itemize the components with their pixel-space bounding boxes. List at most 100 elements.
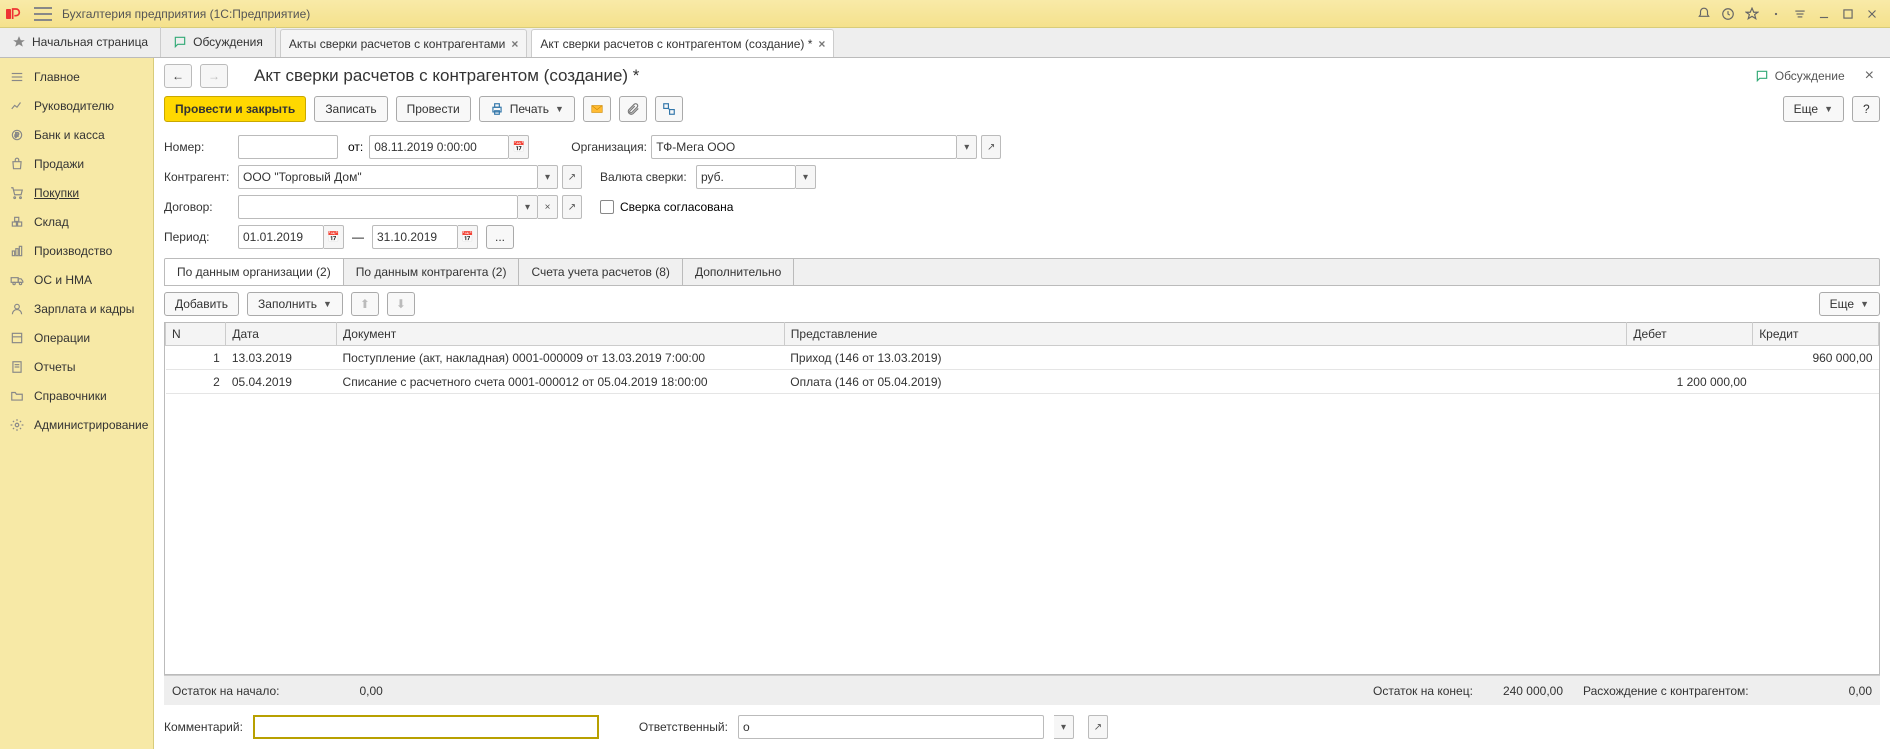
sidebar-item-label: Отчеты xyxy=(34,360,75,374)
sidebar-item-manager[interactable]: Руководителю xyxy=(0,91,153,120)
maximize-icon[interactable] xyxy=(1836,2,1860,26)
toolbar: Провести и закрыть Записать Провести Печ… xyxy=(154,94,1890,132)
open-ref-icon[interactable]: ↗ xyxy=(562,195,582,219)
sidebar-item-operations[interactable]: Операции xyxy=(0,323,153,352)
star-icon[interactable] xyxy=(1740,2,1764,26)
boxes-icon xyxy=(10,215,24,229)
sidebar-item-catalogs[interactable]: Справочники xyxy=(0,381,153,410)
app-logo-icon xyxy=(6,6,26,22)
folder-icon xyxy=(10,389,24,403)
discussion-button[interactable]: Обсуждение xyxy=(1749,64,1851,88)
subtab-org[interactable]: По данным организации (2) xyxy=(165,259,344,285)
dropdown-icon[interactable]: ▾ xyxy=(1054,715,1074,739)
sidebar-item-admin[interactable]: Администрирование xyxy=(0,410,153,439)
col-n[interactable]: N xyxy=(166,323,226,346)
dropdown-icon[interactable]: ▾ xyxy=(538,165,558,189)
subtab-extra[interactable]: Дополнительно xyxy=(683,259,794,285)
attach-button[interactable] xyxy=(619,96,647,122)
dropdown-icon[interactable]: ▾ xyxy=(796,165,816,189)
related-button[interactable] xyxy=(655,96,683,122)
doc-tab-2[interactable]: Акт сверки расчетов с контрагентом (созд… xyxy=(531,29,834,57)
currency-input[interactable]: руб. xyxy=(696,165,796,189)
col-date[interactable]: Дата xyxy=(226,323,337,346)
move-down-button[interactable]: ⬇ xyxy=(387,292,415,316)
col-credit[interactable]: Кредит xyxy=(1753,323,1879,346)
table-row[interactable]: 205.04.2019Списание с расчетного счета 0… xyxy=(166,370,1879,394)
history-icon[interactable] xyxy=(1716,2,1740,26)
date-input[interactable]: 08.11.2019 0:00:00 xyxy=(369,135,509,159)
sidebar-item-bank[interactable]: ₽Банк и касса xyxy=(0,120,153,149)
open-ref-icon[interactable]: ↗ xyxy=(981,135,1001,159)
home-tab[interactable]: Начальная страница xyxy=(0,27,161,57)
responsible-input[interactable]: о xyxy=(738,715,1044,739)
sidebar: Главное Руководителю ₽Банк и касса Прода… xyxy=(0,58,154,749)
period-choose-button[interactable]: ... xyxy=(486,225,514,249)
start-balance-value: 0,00 xyxy=(359,684,382,698)
add-row-button[interactable]: Добавить xyxy=(164,292,239,316)
help-button[interactable]: ? xyxy=(1852,96,1880,122)
move-up-button[interactable]: ⬆ xyxy=(351,292,379,316)
sub-tabs: По данным организации (2) По данным конт… xyxy=(164,258,1880,286)
bell-icon[interactable] xyxy=(1692,2,1716,26)
period-from-input[interactable]: 01.01.2019 xyxy=(238,225,324,249)
from-label: от: xyxy=(348,140,363,154)
open-ref-icon[interactable]: ↗ xyxy=(562,165,582,189)
open-ref-icon[interactable]: ↗ xyxy=(1088,715,1108,739)
counterparty-label: Контрагент: xyxy=(164,170,238,184)
doc-tab-2-label: Акт сверки расчетов с контрагентом (созд… xyxy=(540,37,812,51)
post-button[interactable]: Провести xyxy=(396,96,471,122)
calendar-icon[interactable]: 📅 xyxy=(458,225,478,249)
bars-icon xyxy=(10,244,24,258)
sidebar-item-payroll[interactable]: Зарплата и кадры xyxy=(0,294,153,323)
sidebar-item-sales[interactable]: Продажи xyxy=(0,149,153,178)
fill-button[interactable]: Заполнить▼ xyxy=(247,292,343,316)
dropdown-icon[interactable]: ▾ xyxy=(518,195,538,219)
main-menu-icon[interactable] xyxy=(34,7,52,21)
col-doc[interactable]: Документ xyxy=(337,323,785,346)
col-rep[interactable]: Представление xyxy=(784,323,1627,346)
dropdown-icon[interactable]: ▾ xyxy=(957,135,977,159)
sidebar-item-warehouse[interactable]: Склад xyxy=(0,207,153,236)
org-input[interactable]: ТФ-Мега ООО xyxy=(651,135,957,159)
sidebar-item-reports[interactable]: Отчеты xyxy=(0,352,153,381)
close-tab-icon[interactable]: × xyxy=(818,37,825,51)
sidebar-item-production[interactable]: Производство xyxy=(0,236,153,265)
post-and-close-button[interactable]: Провести и закрыть xyxy=(164,96,306,122)
subtab-counterparty[interactable]: По данным контрагента (2) xyxy=(344,259,520,285)
chart-line-icon xyxy=(10,99,24,113)
sidebar-item-purchases[interactable]: Покупки xyxy=(0,178,153,207)
sidebar-item-main[interactable]: Главное xyxy=(0,62,153,91)
table-row[interactable]: 113.03.2019Поступление (акт, накладная) … xyxy=(166,346,1879,370)
agreed-checkbox[interactable] xyxy=(600,200,614,214)
discussions-tab[interactable]: Обсуждения xyxy=(161,27,276,57)
close-form-icon[interactable]: × xyxy=(1859,67,1880,85)
number-input[interactable] xyxy=(238,135,338,159)
subtab-accounts[interactable]: Счета учета расчетов (8) xyxy=(519,259,682,285)
counterparty-input[interactable]: ООО "Торговый Дом" xyxy=(238,165,538,189)
page-title: Акт сверки расчетов с контрагентом (созд… xyxy=(254,66,639,86)
clear-icon[interactable]: × xyxy=(538,195,558,219)
close-window-icon[interactable] xyxy=(1860,2,1884,26)
contract-input[interactable] xyxy=(238,195,518,219)
nav-back-button[interactable]: ← xyxy=(164,64,192,88)
print-button[interactable]: Печать▼ xyxy=(479,96,575,122)
minimize-icon[interactable] xyxy=(1812,2,1836,26)
save-button[interactable]: Записать xyxy=(314,96,387,122)
calendar-icon[interactable]: 📅 xyxy=(509,135,529,159)
col-debit[interactable]: Дебет xyxy=(1627,323,1753,346)
email-button[interactable] xyxy=(583,96,611,122)
settings-icon[interactable] xyxy=(1788,2,1812,26)
responsible-label: Ответственный: xyxy=(639,720,728,734)
period-to-input[interactable]: 31.10.2019 xyxy=(372,225,458,249)
nav-forward-button[interactable]: → xyxy=(200,64,228,88)
sidebar-item-assets[interactable]: ОС и НМА xyxy=(0,265,153,294)
table-toolbar: Добавить Заполнить▼ ⬆ ⬇ Еще▼ xyxy=(154,286,1890,322)
paperclip-icon xyxy=(626,102,640,116)
table-more-button[interactable]: Еще▼ xyxy=(1819,292,1880,316)
more-button[interactable]: Еще▼ xyxy=(1783,96,1844,122)
comment-input[interactable] xyxy=(253,715,599,739)
dot-icon[interactable] xyxy=(1764,2,1788,26)
calendar-icon[interactable]: 📅 xyxy=(324,225,344,249)
close-tab-icon[interactable]: × xyxy=(511,37,518,51)
doc-tab-1[interactable]: Акты сверки расчетов с контрагентами × xyxy=(280,29,527,57)
